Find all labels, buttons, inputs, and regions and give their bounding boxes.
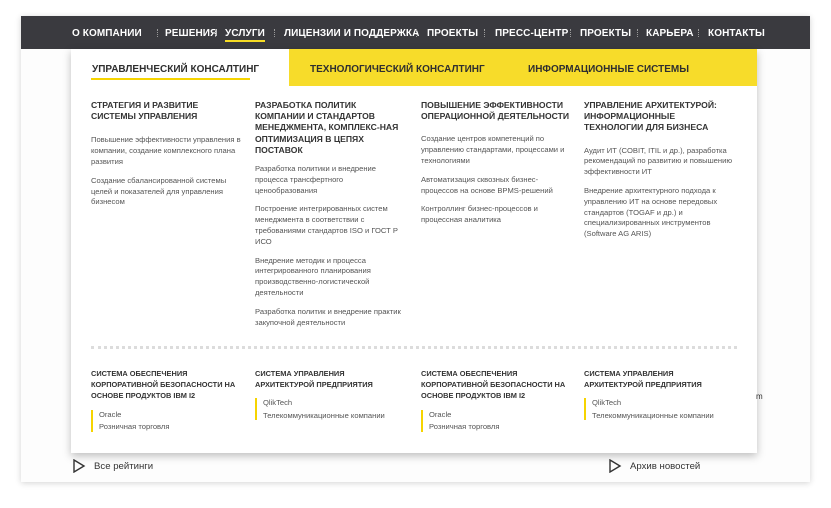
featured-tag[interactable]: Телекоммуникационные компании — [592, 411, 734, 421]
column-title[interactable]: ПОВЫШЕНИЕ ЭФФЕКТИВНОСТИ ОПЕРАЦИОННОЙ ДЕЯ… — [421, 100, 571, 122]
nav-item-contacts[interactable]: КОНТАКТЫ — [708, 16, 765, 49]
featured-tag[interactable]: Oracle — [429, 410, 571, 420]
featured-title[interactable]: СИСТЕМА УПРАВЛЕНИЯ АРХИТЕКТУРОЙ ПРЕДПРИЯ… — [255, 368, 405, 390]
featured-title[interactable]: СИСТЕМА УПРАВЛЕНИЯ АРХИТЕКТУРОЙ ПРЕДПРИЯ… — [584, 368, 734, 390]
nav-separator — [157, 29, 159, 37]
nav-item-services[interactable]: УСЛУГИ — [225, 16, 265, 49]
menu-column-strategy: СТРАТЕГИЯ И РАЗВИТИЕ СИСТЕМЫ УПРАВЛЕНИЯ … — [91, 100, 241, 208]
menu-link[interactable]: Внедрение методик и процесса интегрирова… — [255, 256, 407, 299]
menu-link[interactable]: Создание сбалансированной системы целей … — [91, 176, 241, 208]
play-triangle-icon — [609, 459, 622, 473]
tab-management-consulting[interactable]: УПРАВЛЕНЧЕСКИЙ КОНСАЛТИНГ — [92, 49, 259, 86]
all-ratings-link[interactable]: Все рейтинги — [72, 458, 153, 474]
menu-link[interactable]: Автоматизация сквозных бизнес-процессов … — [421, 175, 571, 197]
featured-title[interactable]: СИСТЕМА ОБЕСПЕЧЕНИЯ КОРПОРАТИВНОЙ БЕЗОПА… — [91, 368, 241, 402]
nav-separator — [416, 29, 418, 37]
column-title[interactable]: СТРАТЕГИЯ И РАЗВИТИЕ СИСТЕМЫ УПРАВЛЕНИЯ — [91, 100, 241, 122]
menu-link[interactable]: Создание центров компетенций по управлен… — [421, 134, 571, 166]
featured-column-architecture-1: СИСТЕМА УПРАВЛЕНИЯ АРХИТЕКТУРОЙ ПРЕДПРИЯ… — [255, 368, 405, 423]
menu-column-policies: РАЗРАБОТКА ПОЛИТИК КОМПАНИИ И СТАНДАРТОВ… — [255, 100, 407, 328]
column-title[interactable]: УПРАВЛЕНИЕ АРХИТЕКТУРОЙ: ИНФОРМАЦИОННЫЕ … — [584, 100, 736, 134]
featured-tags: QlikTech Телекоммуникационные компании — [584, 398, 734, 421]
menu-link[interactable]: Разработка политики и внедрение процесса… — [255, 164, 407, 196]
nav-item-projects[interactable]: ПРОЕКТЫ — [427, 16, 478, 49]
menu-link[interactable]: Разработка политик и внедрение практик з… — [255, 307, 407, 329]
menu-link[interactable]: Построение интегрированных систем менедж… — [255, 204, 407, 247]
background-text-fragment: m — [756, 392, 763, 401]
featured-tag[interactable]: QlikTech — [263, 398, 405, 408]
menu-link[interactable]: Внедрение архитектурного подхода к управ… — [584, 186, 736, 240]
featured-column-security-2: СИСТЕМА ОБЕСПЕЧЕНИЯ КОРПОРАТИВНОЙ БЕЗОПА… — [421, 368, 571, 435]
nav-separator — [274, 29, 276, 37]
active-tab-underline — [91, 78, 250, 80]
news-archive-link[interactable]: Архив новостей — [608, 458, 700, 474]
featured-tag[interactable]: Oracle — [99, 410, 241, 420]
nav-item-about[interactable]: О КОМПАНИИ — [72, 16, 142, 49]
nav-separator — [698, 29, 700, 37]
nav-item-career[interactable]: КАРЬЕРА — [646, 16, 694, 49]
featured-tag[interactable]: Розничная торговля — [99, 422, 241, 432]
featured-column-architecture-2: СИСТЕМА УПРАВЛЕНИЯ АРХИТЕКТУРОЙ ПРЕДПРИЯ… — [584, 368, 734, 423]
nav-item-projects-2[interactable]: ПРОЕКТЫ — [580, 16, 631, 49]
featured-title[interactable]: СИСТЕМА ОБЕСПЕЧЕНИЯ КОРПОРАТИВНОЙ БЕЗОПА… — [421, 368, 571, 402]
nav-separator — [637, 29, 639, 37]
menu-link[interactable]: Повышение эффективности управления в ком… — [91, 135, 241, 167]
menu-column-architecture: УПРАВЛЕНИЕ АРХИТЕКТУРОЙ: ИНФОРМАЦИОННЫЕ … — [584, 100, 736, 240]
all-ratings-label: Все рейтинги — [94, 460, 154, 472]
nav-item-solutions[interactable]: РЕШЕНИЯ — [165, 16, 217, 49]
services-dropdown-panel: УПРАВЛЕНЧЕСКИЙ КОНСАЛТИНГ ТЕХНОЛОГИЧЕСКИ… — [71, 49, 757, 453]
nav-item-press-center[interactable]: ПРЕСС-ЦЕНТР — [495, 16, 568, 49]
nav-separator — [484, 29, 486, 37]
nav-separator — [570, 29, 572, 37]
featured-column-security-1: СИСТЕМА ОБЕСПЕЧЕНИЯ КОРПОРАТИВНОЙ БЕЗОПА… — [91, 368, 241, 435]
menu-column-operations: ПОВЫШЕНИЕ ЭФФЕКТИВНОСТИ ОПЕРАЦИОННОЙ ДЕЯ… — [421, 100, 571, 226]
news-archive-label: Архив новостей — [630, 460, 701, 472]
nav-item-licenses[interactable]: ЛИЦЕНЗИИ И ПОДДЕРЖКА — [284, 16, 419, 49]
menu-link[interactable]: Контроллинг бизнес-процессов и процессна… — [421, 204, 571, 226]
top-navigation: О КОМПАНИИ РЕШЕНИЯ УСЛУГИ ЛИЦЕНЗИИ И ПОД… — [21, 16, 810, 49]
featured-tags: QlikTech Телекоммуникационные компании — [255, 398, 405, 421]
featured-tag[interactable]: QlikTech — [592, 398, 734, 408]
featured-tags: Oracle Розничная торговля — [421, 409, 571, 432]
tab-technology-consulting[interactable]: ТЕХНОЛОГИЧЕСКИЙ КОНСАЛТИНГ — [310, 49, 485, 86]
featured-tags: Oracle Розничная торговля — [91, 409, 241, 432]
play-triangle-icon — [73, 459, 86, 473]
menu-link[interactable]: Аудит ИТ (COBIT, ITIL и др.), разработка… — [584, 146, 736, 178]
featured-tag[interactable]: Телекоммуникационные компании — [263, 411, 405, 421]
tab-bar: УПРАВЛЕНЧЕСКИЙ КОНСАЛТИНГ ТЕХНОЛОГИЧЕСКИ… — [71, 49, 757, 86]
column-title[interactable]: РАЗРАБОТКА ПОЛИТИК КОМПАНИИ И СТАНДАРТОВ… — [255, 100, 407, 156]
featured-tag[interactable]: Розничная торговля — [429, 422, 571, 432]
nav-separator — [215, 29, 217, 37]
section-divider — [91, 346, 737, 349]
tab-information-systems[interactable]: ИНФОРМАЦИОННЫЕ СИСТЕМЫ — [528, 49, 689, 86]
